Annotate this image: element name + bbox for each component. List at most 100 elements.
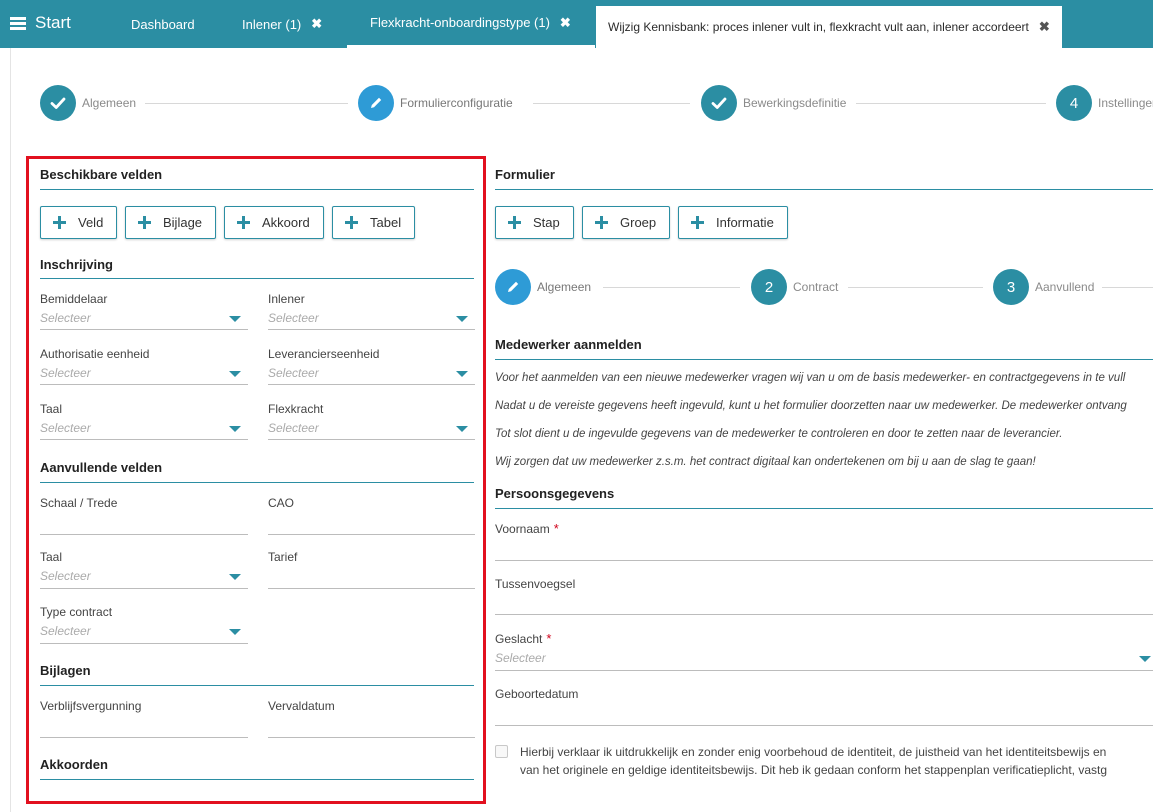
field-label: Taal <box>40 402 63 416</box>
field-label: Flexkracht <box>268 402 324 416</box>
inlener-select[interactable]: Selecteer <box>268 311 319 325</box>
tab-label: Flexkracht-onboardingstype (1) <box>370 15 550 30</box>
geslacht-select[interactable]: Selecteer <box>495 651 546 665</box>
section-title-formulier: Formulier <box>495 167 555 182</box>
form-step-contract[interactable]: 2 Contract <box>751 269 838 305</box>
leverancierseenheid-select[interactable]: Selecteer <box>268 366 319 380</box>
authorisatie-eenheid-select[interactable]: Selecteer <box>40 366 91 380</box>
verblijfsvergunning-input[interactable] <box>40 737 248 738</box>
add-stap-button[interactable]: Stap <box>495 206 574 239</box>
section-underline <box>40 482 474 483</box>
chevron-down-icon[interactable] <box>456 316 468 322</box>
check-icon <box>40 85 76 121</box>
section-underline <box>495 359 1153 360</box>
wizard-step-algemeen[interactable]: Algemeen <box>40 85 136 121</box>
chevron-down-icon[interactable] <box>1139 656 1151 662</box>
chevron-down-icon[interactable] <box>456 426 468 432</box>
identity-declaration-checkbox[interactable] <box>495 745 508 758</box>
add-bijlage-button[interactable]: Bijlage <box>125 206 216 239</box>
checkbox-text: Hierbij verklaar ik uitdrukkelijk en zon… <box>520 745 1107 759</box>
step-label: Aanvullend <box>1035 280 1095 294</box>
info-text: Voor het aanmelden van een nieuwe medewe… <box>495 372 1126 384</box>
field-underline <box>40 643 248 644</box>
field-underline <box>40 329 248 330</box>
taal-select[interactable]: Selecteer <box>40 421 91 435</box>
form-step-algemeen[interactable]: Algemeen <box>495 269 591 305</box>
field-label: Leverancierseenheid <box>268 347 380 361</box>
chevron-down-icon[interactable] <box>229 574 241 580</box>
field-label: Geboortedatum <box>495 687 579 701</box>
tarief-input[interactable] <box>268 588 475 589</box>
cao-input[interactable] <box>268 534 475 535</box>
field-label: Authorisatie eenheid <box>40 347 150 361</box>
tab-dashboard[interactable]: Dashboard <box>131 0 195 48</box>
wizard-step-bewerkingsdefinitie[interactable]: Bewerkingsdefinitie <box>701 85 846 121</box>
voornaam-label: Voornaam * <box>495 521 559 536</box>
add-akkoord-button[interactable]: Akkoord <box>224 206 324 239</box>
step-connector <box>533 103 690 104</box>
geboortedatum-input[interactable] <box>495 725 1153 726</box>
required-marker: * <box>553 521 559 536</box>
chevron-down-icon[interactable] <box>229 629 241 635</box>
close-icon[interactable]: ✖ <box>1039 19 1050 35</box>
pencil-icon <box>495 269 531 305</box>
tab-inlener[interactable]: Inlener (1) ✖ <box>242 0 322 48</box>
add-groep-button[interactable]: Groep <box>582 206 670 239</box>
wizard-step-formulierconfiguratie[interactable]: Formulierconfiguratie <box>358 85 513 121</box>
section-title-beschikbare-velden: Beschikbare velden <box>40 167 163 182</box>
tab-label: Wijzig Kennisbank: proces inlener vult i… <box>608 20 1029 34</box>
add-veld-button[interactable]: Veld <box>40 206 117 239</box>
section-underline <box>495 189 1153 190</box>
field-underline <box>40 384 248 385</box>
button-label: Informatie <box>716 215 774 230</box>
vervaldatum-input[interactable] <box>268 737 475 738</box>
tab-wijzig-kennisbank[interactable]: Wijzig Kennisbank: proces inlener vult i… <box>596 6 1062 48</box>
schaal-trede-input[interactable] <box>40 534 248 535</box>
section-underline <box>40 278 474 279</box>
field-label: Bemiddelaar <box>40 292 108 306</box>
plus-icon <box>237 216 250 229</box>
flexkracht-select[interactable]: Selecteer <box>268 421 319 435</box>
chevron-down-icon[interactable] <box>456 371 468 377</box>
check-icon <box>701 85 737 121</box>
voornaam-input[interactable] <box>495 560 1153 561</box>
step-label: Formulierconfiguratie <box>400 96 513 110</box>
section-title-medewerker-aanmelden: Medewerker aanmelden <box>495 337 642 352</box>
field-label: Inlener <box>268 292 305 306</box>
step-connector <box>848 287 983 288</box>
step-label: Contract <box>793 280 839 294</box>
step-label: Bewerkingsdefinitie <box>743 96 847 110</box>
field-label: Vervaldatum <box>268 699 335 713</box>
field-underline <box>268 439 475 440</box>
bemiddelaar-select[interactable]: Selecteer <box>40 311 91 325</box>
close-icon[interactable]: ✖ <box>560 15 571 31</box>
step-number: 3 <box>993 269 1029 305</box>
taal-select[interactable]: Selecteer <box>40 569 91 583</box>
chevron-down-icon[interactable] <box>229 371 241 377</box>
add-informatie-button[interactable]: Informatie <box>678 206 788 239</box>
step-label: Instellingen <box>1098 96 1153 110</box>
button-label: Bijlage <box>163 215 203 230</box>
button-label: Groep <box>620 215 657 230</box>
form-step-aanvullend[interactable]: 3 Aanvullend <box>993 269 1094 305</box>
wizard-step-instellingen[interactable]: 4 Instellingen <box>1056 85 1153 121</box>
type-contract-select[interactable]: Selecteer <box>40 624 91 638</box>
button-label: Stap <box>533 215 560 230</box>
step-number: 4 <box>1056 85 1092 121</box>
section-underline <box>40 779 474 780</box>
close-icon[interactable]: ✖ <box>311 16 322 32</box>
start-label: Start <box>35 13 71 32</box>
tab-label: Dashboard <box>131 16 195 32</box>
chevron-down-icon[interactable] <box>229 426 241 432</box>
start-menu-button[interactable]: Start <box>10 13 71 33</box>
field-label: Tarief <box>268 550 298 564</box>
tab-label: Inlener (1) <box>242 16 302 32</box>
tab-flexkracht-onboardingstype[interactable]: Flexkracht-onboardingstype (1) ✖ <box>347 0 595 48</box>
chevron-down-icon[interactable] <box>229 316 241 322</box>
hamburger-icon <box>10 17 26 30</box>
button-label: Veld <box>78 215 104 230</box>
add-tabel-button[interactable]: Tabel <box>332 206 415 239</box>
tussenvoegsel-input[interactable] <box>495 614 1153 615</box>
field-underline <box>40 439 248 440</box>
field-label: Voornaam <box>495 522 550 536</box>
